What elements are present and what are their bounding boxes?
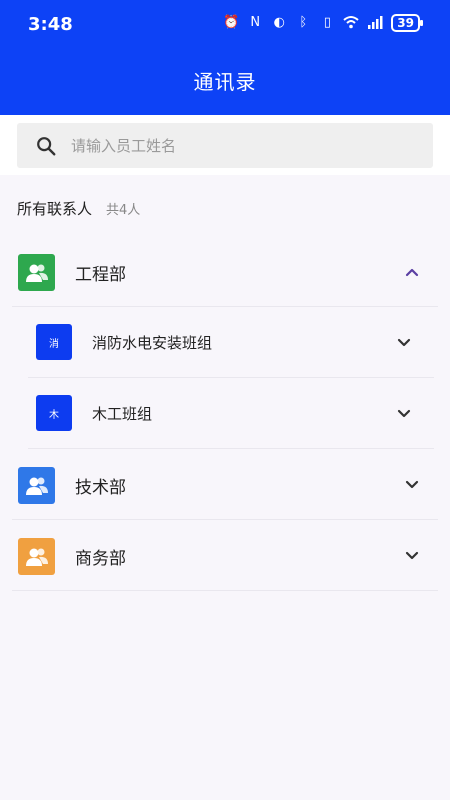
chevron-down-icon[interactable] bbox=[396, 335, 412, 351]
chevron-down-icon[interactable] bbox=[404, 548, 420, 564]
battery-indicator: 39 bbox=[391, 14, 423, 32]
department-name: 工程部 bbox=[75, 265, 126, 285]
page-title: 通讯录 bbox=[193, 70, 257, 94]
department-name: 商务部 bbox=[75, 549, 126, 569]
group-icon bbox=[18, 538, 55, 575]
search-input[interactable] bbox=[71, 136, 401, 155]
team-item[interactable]: 木 木工班组 bbox=[28, 378, 434, 449]
search-icon bbox=[37, 136, 56, 155]
group-icon bbox=[18, 254, 55, 291]
nfc-icon: N bbox=[250, 15, 261, 30]
wifi-icon bbox=[343, 15, 359, 31]
bluetooth-icon: ᛒ bbox=[299, 15, 308, 30]
vibrate-icon: ▯ bbox=[323, 15, 331, 30]
team-name: 消防水电安装班组 bbox=[92, 334, 213, 352]
chevron-down-icon[interactable] bbox=[404, 477, 420, 493]
app-header: 3:48 ⏰ N ◐ ᛒ ▯ 39 通讯录 bbox=[0, 0, 450, 115]
status-bar: 3:48 ⏰ N ◐ ᛒ ▯ 39 bbox=[0, 0, 450, 50]
do-not-disturb-icon: ◐ bbox=[273, 15, 285, 30]
chevron-down-icon[interactable] bbox=[396, 406, 412, 422]
department-item[interactable]: 商务部 bbox=[12, 520, 438, 591]
department-name: 技术部 bbox=[75, 478, 126, 498]
status-time: 3:48 bbox=[28, 14, 73, 35]
summary-count: 共4人 bbox=[106, 203, 141, 218]
department-item[interactable]: 技术部 bbox=[12, 449, 438, 520]
contacts-summary: 所有联系人 共4人 bbox=[17, 198, 140, 219]
team-item[interactable]: 消 消防水电安装班组 bbox=[28, 307, 434, 378]
team-badge: 木 bbox=[36, 395, 72, 431]
status-icons: ⏰ N ◐ ᛒ ▯ 39 bbox=[223, 14, 423, 32]
team-name: 木工班组 bbox=[92, 405, 153, 423]
summary-title: 所有联系人 bbox=[17, 200, 93, 218]
chevron-up-icon[interactable] bbox=[404, 264, 420, 280]
department-item[interactable]: 工程部 bbox=[12, 236, 438, 307]
search-bar bbox=[0, 115, 450, 175]
signal-icon bbox=[367, 15, 383, 31]
department-list: 工程部 消 消防水电安装班组 木 木工班组 技术部 商务部 bbox=[0, 236, 450, 591]
team-badge: 消 bbox=[36, 324, 72, 360]
group-icon bbox=[18, 467, 55, 504]
search-box[interactable] bbox=[17, 123, 433, 168]
alarm-clock-icon: ⏰ bbox=[223, 15, 240, 30]
